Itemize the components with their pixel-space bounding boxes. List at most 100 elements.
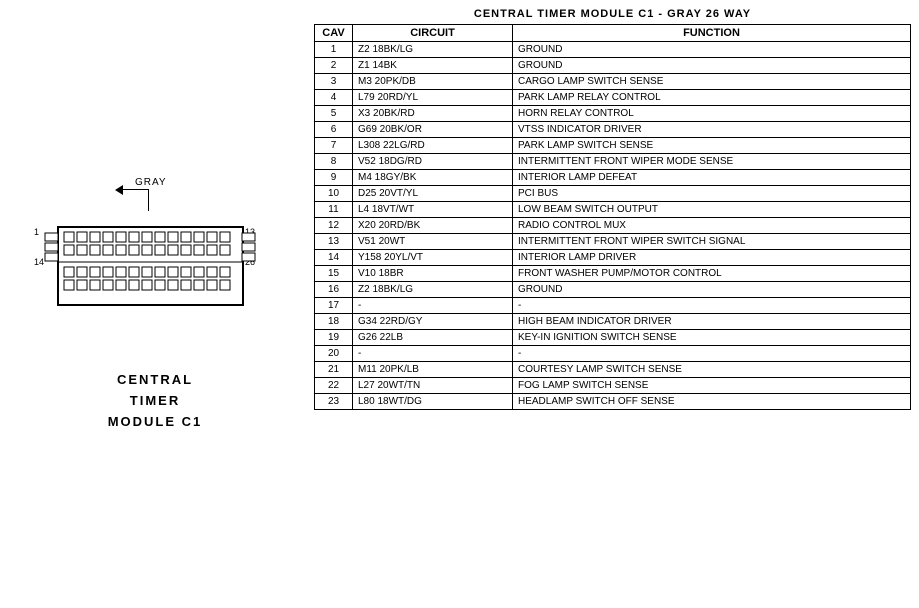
table-cell-17-1: G34 22RD/GY (353, 314, 513, 330)
connector-svg (40, 205, 260, 315)
table-cell-13-2: INTERIOR LAMP DRIVER (513, 250, 911, 266)
table-cell-8-1: M4 18GY/BK (353, 170, 513, 186)
pin-label-1: 1 (34, 227, 39, 237)
table-cell-0-1: Z2 18BK/LG (353, 42, 513, 58)
table-cell-22-2: HEADLAMP SWITCH OFF SENSE (513, 394, 911, 410)
table-cell-19-2: - (513, 346, 911, 362)
table-cell-14-0: 15 (315, 266, 353, 282)
table-row: 5X3 20BK/RDHORN RELAY CONTROL (315, 106, 911, 122)
table-row: 11L4 18VT/WTLOW BEAM SWITCH OUTPUT (315, 202, 911, 218)
table-cell-11-0: 12 (315, 218, 353, 234)
table-row: 6G69 20BK/ORVTSS INDICATOR DRIVER (315, 122, 911, 138)
table-cell-6-2: PARK LAMP SWITCH SENSE (513, 138, 911, 154)
table-cell-12-1: V51 20WT (353, 234, 513, 250)
table-cell-7-1: V52 18DG/RD (353, 154, 513, 170)
table-row: 9M4 18GY/BKINTERIOR LAMP DEFEAT (315, 170, 911, 186)
table-cell-16-0: 17 (315, 298, 353, 314)
table-cell-21-2: FOG LAMP SWITCH SENSE (513, 378, 911, 394)
col-header-circuit: CIRCUIT (353, 25, 513, 42)
table-cell-4-1: X3 20BK/RD (353, 106, 513, 122)
table-cell-20-2: COURTESY LAMP SWITCH SENSE (513, 362, 911, 378)
table-row: 13V51 20WTINTERMITTENT FRONT WIPER SWITC… (315, 234, 911, 250)
table-row: 19G26 22LBKEY-IN IGNITION SWITCH SENSE (315, 330, 911, 346)
table-cell-11-2: RADIO CONTROL MUX (513, 218, 911, 234)
table-cell-5-1: G69 20BK/OR (353, 122, 513, 138)
table-row: 12X20 20RD/BKRADIO CONTROL MUX (315, 218, 911, 234)
table-row: 15V10 18BRFRONT WASHER PUMP/MOTOR CONTRO… (315, 266, 911, 282)
table-cell-13-1: Y158 20YL/VT (353, 250, 513, 266)
table-cell-14-2: FRONT WASHER PUMP/MOTOR CONTROL (513, 266, 911, 282)
table-cell-19-1: - (353, 346, 513, 362)
table-cell-19-0: 20 (315, 346, 353, 362)
table-row: 4L79 20RD/YLPARK LAMP RELAY CONTROL (315, 90, 911, 106)
left-panel: GRAY 1 13 14 26 (0, 0, 310, 608)
connector-diagram: GRAY 1 13 14 26 (30, 175, 280, 355)
table-cell-20-0: 21 (315, 362, 353, 378)
table-row: 21M11 20PK/LBCOURTESY LAMP SWITCH SENSE (315, 362, 911, 378)
table-cell-7-2: INTERMITTENT FRONT WIPER MODE SENSE (513, 154, 911, 170)
table-title: CENTRAL TIMER MODULE C1 - GRAY 26 WAY (314, 8, 911, 20)
table-cell-4-0: 5 (315, 106, 353, 122)
table-cell-9-1: D25 20VT/YL (353, 186, 513, 202)
right-panel: CENTRAL TIMER MODULE C1 - GRAY 26 WAY CA… (310, 0, 919, 608)
table-cell-22-1: L80 18WT/DG (353, 394, 513, 410)
table-cell-12-0: 13 (315, 234, 353, 250)
table-cell-16-2: - (513, 298, 911, 314)
table-cell-8-2: INTERIOR LAMP DEFEAT (513, 170, 911, 186)
table-row: 17-- (315, 298, 911, 314)
table-cell-0-2: GROUND (513, 42, 911, 58)
table-row: 10D25 20VT/YLPCI BUS (315, 186, 911, 202)
table-row: 1Z2 18BK/LGGROUND (315, 42, 911, 58)
table-cell-2-0: 3 (315, 74, 353, 90)
table-cell-6-0: 7 (315, 138, 353, 154)
table-cell-1-0: 2 (315, 58, 353, 74)
table-row: 23L80 18WT/DGHEADLAMP SWITCH OFF SENSE (315, 394, 911, 410)
table-cell-15-2: GROUND (513, 282, 911, 298)
table-row: 7L308 22LG/RDPARK LAMP SWITCH SENSE (315, 138, 911, 154)
arrow-horizontal (120, 189, 149, 190)
table-row: 16Z2 18BK/LGGROUND (315, 282, 911, 298)
table-row: 14Y158 20YL/VTINTERIOR LAMP DRIVER (315, 250, 911, 266)
col-header-function: FUNCTION (513, 25, 911, 42)
table-cell-0-0: 1 (315, 42, 353, 58)
table-cell-18-1: G26 22LB (353, 330, 513, 346)
table-cell-3-2: PARK LAMP RELAY CONTROL (513, 90, 911, 106)
table-cell-21-0: 22 (315, 378, 353, 394)
table-cell-1-2: GROUND (513, 58, 911, 74)
table-cell-17-2: HIGH BEAM INDICATOR DRIVER (513, 314, 911, 330)
arrow-head (115, 185, 123, 195)
table-cell-1-1: Z1 14BK (353, 58, 513, 74)
table-cell-15-1: Z2 18BK/LG (353, 282, 513, 298)
table-row: 2Z1 14BKGROUND (315, 58, 911, 74)
table-row: 8V52 18DG/RDINTERMITTENT FRONT WIPER MOD… (315, 154, 911, 170)
table-cell-10-1: L4 18VT/WT (353, 202, 513, 218)
table-header-row: CAV CIRCUIT FUNCTION (315, 25, 911, 42)
table-cell-3-0: 4 (315, 90, 353, 106)
table-cell-13-0: 14 (315, 250, 353, 266)
circuit-table: CAV CIRCUIT FUNCTION 1Z2 18BK/LGGROUND2Z… (314, 24, 911, 410)
table-cell-8-0: 9 (315, 170, 353, 186)
table-cell-21-1: L27 20WT/TN (353, 378, 513, 394)
table-cell-10-2: LOW BEAM SWITCH OUTPUT (513, 202, 911, 218)
table-cell-11-1: X20 20RD/BK (353, 218, 513, 234)
table-cell-5-2: VTSS INDICATOR DRIVER (513, 122, 911, 138)
table-cell-16-1: - (353, 298, 513, 314)
table-cell-7-0: 8 (315, 154, 353, 170)
table-cell-18-0: 19 (315, 330, 353, 346)
table-row: 18G34 22RD/GYHIGH BEAM INDICATOR DRIVER (315, 314, 911, 330)
col-header-cav: CAV (315, 25, 353, 42)
module-label: CENTRAL TIMER MODULE C1 (108, 370, 203, 432)
table-row: 20-- (315, 346, 911, 362)
table-cell-2-2: CARGO LAMP SWITCH SENSE (513, 74, 911, 90)
table-cell-15-0: 16 (315, 282, 353, 298)
table-row: 22L27 20WT/TNFOG LAMP SWITCH SENSE (315, 378, 911, 394)
table-cell-9-0: 10 (315, 186, 353, 202)
table-cell-14-1: V10 18BR (353, 266, 513, 282)
table-cell-20-1: M11 20PK/LB (353, 362, 513, 378)
table-cell-22-0: 23 (315, 394, 353, 410)
table-cell-18-2: KEY-IN IGNITION SWITCH SENSE (513, 330, 911, 346)
table-cell-5-0: 6 (315, 122, 353, 138)
table-cell-3-1: L79 20RD/YL (353, 90, 513, 106)
table-cell-12-2: INTERMITTENT FRONT WIPER SWITCH SIGNAL (513, 234, 911, 250)
table-cell-10-0: 11 (315, 202, 353, 218)
